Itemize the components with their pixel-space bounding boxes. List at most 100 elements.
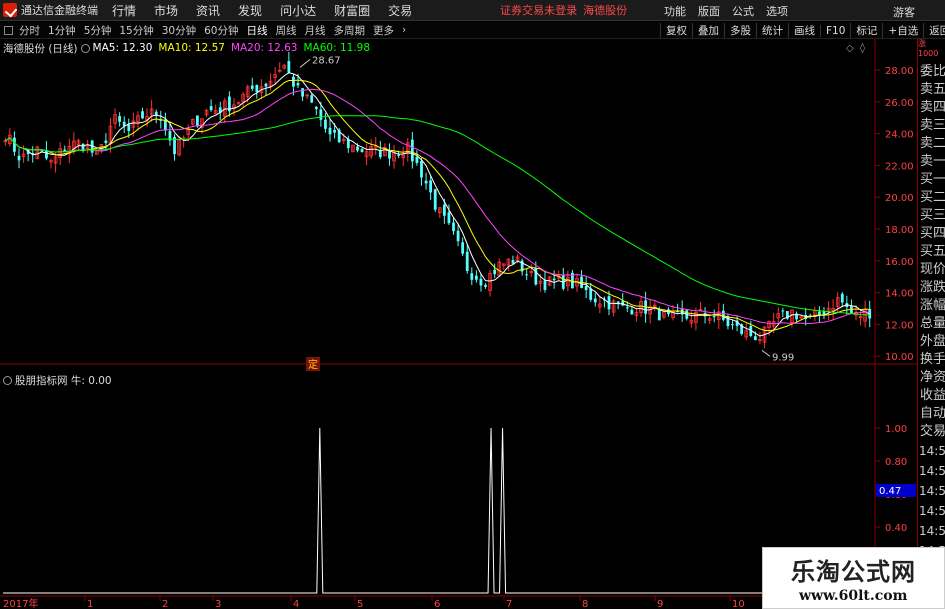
candle-body <box>781 310 785 312</box>
candle-body <box>712 316 716 318</box>
quote-label: 买三 <box>920 208 945 223</box>
login-status[interactable]: 证券交易未登录 <box>500 2 577 18</box>
indicator-line <box>3 427 872 594</box>
candle-body <box>250 85 254 89</box>
trade-time: 14:56 <box>919 444 945 458</box>
candle-body <box>287 61 291 73</box>
menu-bar: 通达信金融终端 行情 市场 资讯 发现 问小达 财富圈 交易 证券交易未登录 海… <box>0 0 945 21</box>
tool-overlay[interactable]: 叠加 <box>692 23 724 38</box>
menu-layout[interactable]: 版面 <box>698 3 720 19</box>
candle-body <box>314 106 318 110</box>
period-multi[interactable]: 多周期 <box>334 23 366 38</box>
period-daily[interactable]: 日线 <box>247 23 268 38</box>
low-pointer <box>761 349 771 357</box>
period-monthly[interactable]: 月线 <box>305 23 326 38</box>
candle-body <box>292 76 295 87</box>
quote-label: 卖二 <box>920 136 945 151</box>
candles <box>3 51 872 349</box>
month-tick-label: 10 <box>732 599 745 609</box>
guest-user[interactable]: 游客 <box>893 4 915 20</box>
quote-label: 交易 <box>920 424 945 439</box>
candle-body <box>13 137 16 152</box>
month-tick-label: 4 <box>293 599 299 609</box>
period-weekly[interactable]: 周线 <box>276 23 297 38</box>
tool-statistics[interactable]: 统计 <box>756 23 788 38</box>
candle-body <box>118 116 122 122</box>
quote-panel: 涨 1000 委比 卖五 卖四 卖三 卖二 卖一 买一 买二 买三 买四 买五 现价 涨跌 涨幅 总量 外盘 换手… <box>917 39 945 609</box>
price-tick-label: 18.00 <box>885 225 914 236</box>
menu-quotes[interactable]: 行情 <box>112 2 136 19</box>
period-5min[interactable]: 5分钟 <box>84 23 112 38</box>
menu-discover[interactable]: 发现 <box>238 2 262 19</box>
period-15min[interactable]: 15分钟 <box>119 23 153 38</box>
candle-body <box>584 285 588 291</box>
panel-toggle-icon[interactable] <box>4 25 13 35</box>
tool-back[interactable]: 返回 <box>923 23 945 38</box>
candle-body <box>420 160 423 178</box>
candle-body <box>356 146 359 151</box>
candle-body <box>127 124 131 131</box>
fixed-marker[interactable]: 定 <box>308 358 318 371</box>
candle-body <box>657 309 661 321</box>
month-tick-label: 1 <box>87 599 93 609</box>
candle-body <box>731 324 734 326</box>
candle-body <box>17 155 21 161</box>
tool-add-watchlist[interactable]: +自选 <box>882 23 923 38</box>
chart-tools: 复权 叠加 多股 统计 画线 F10 标记 +自选 返回 <box>660 22 945 39</box>
price-tick-label: 26.00 <box>885 98 914 109</box>
period-more[interactable]: 更多 <box>373 23 394 38</box>
expand-icon[interactable]: ◊ <box>860 42 865 54</box>
menu-ask[interactable]: 问小达 <box>280 2 316 19</box>
candle-body <box>195 115 199 127</box>
candle-body <box>319 109 323 120</box>
candle-body <box>429 180 433 193</box>
menu-trade[interactable]: 交易 <box>388 2 412 19</box>
candle-body <box>552 278 556 281</box>
trade-time: 14:56 <box>919 464 945 478</box>
candle-body <box>753 336 757 341</box>
quote-label: 买一 <box>920 172 945 187</box>
quote-label: 卖一 <box>920 154 945 169</box>
quote-label: 委比 <box>920 64 945 79</box>
tool-adjust[interactable]: 复权 <box>660 23 692 38</box>
menu-options[interactable]: 选项 <box>766 3 788 19</box>
tool-multi-stock[interactable]: 多股 <box>724 23 756 38</box>
price-tick-label: 12.00 <box>885 320 914 331</box>
price-tick-label: 10.00 <box>885 352 914 363</box>
period-30min[interactable]: 30分钟 <box>162 23 196 38</box>
quote-header: 涨 1000 <box>918 39 939 58</box>
candle-body <box>141 111 144 119</box>
indicator-value: 0.47 <box>879 486 901 497</box>
candle-body <box>397 154 401 156</box>
menu-formula[interactable]: 公式 <box>732 3 754 19</box>
candle-body <box>484 284 487 287</box>
candlestick-chart[interactable]: 28.00 26.00 24.00 22.00 20.00 18.00 16.00 14.00… <box>0 39 917 609</box>
period-toolbar: 分时 1分钟 5分钟 15分钟 30分钟 60分钟 日线 周线 月线 多周期 更… <box>0 22 945 39</box>
price-axis: 28.00 26.00 24.00 22.00 20.00 18.00 16.00 14.00… <box>875 66 914 363</box>
price-tick-label: 24.00 <box>885 130 914 141</box>
tool-draw[interactable]: 画线 <box>788 23 820 38</box>
quote-label: 自动 <box>920 406 945 421</box>
candle-body <box>840 293 844 303</box>
period-60min[interactable]: 60分钟 <box>204 23 238 38</box>
diamond-icon[interactable]: ◇ <box>846 43 854 54</box>
candle-body <box>511 260 515 264</box>
quote-label: 净资 <box>920 370 945 385</box>
quote-label: 换手 <box>920 352 945 367</box>
chevron-right-icon[interactable]: › <box>402 24 406 36</box>
menu-news[interactable]: 资讯 <box>196 2 220 19</box>
candle-body <box>470 273 474 280</box>
quote-label: 现价 <box>920 262 945 277</box>
tool-mark[interactable]: 标记 <box>850 23 882 38</box>
high-price-label: 28.67 <box>312 55 341 66</box>
menu-market[interactable]: 市场 <box>154 2 178 19</box>
candle-body <box>209 106 213 111</box>
period-1min[interactable]: 1分钟 <box>48 23 76 38</box>
menu-functions[interactable]: 功能 <box>664 3 686 19</box>
price-tick-label: 16.00 <box>885 257 914 268</box>
period-intraday[interactable]: 分时 <box>19 23 40 38</box>
price-tick-label: 14.00 <box>885 289 914 300</box>
menu-wealth[interactable]: 财富圈 <box>334 2 370 19</box>
candle-body <box>328 127 332 135</box>
tool-f10[interactable]: F10 <box>820 24 850 37</box>
